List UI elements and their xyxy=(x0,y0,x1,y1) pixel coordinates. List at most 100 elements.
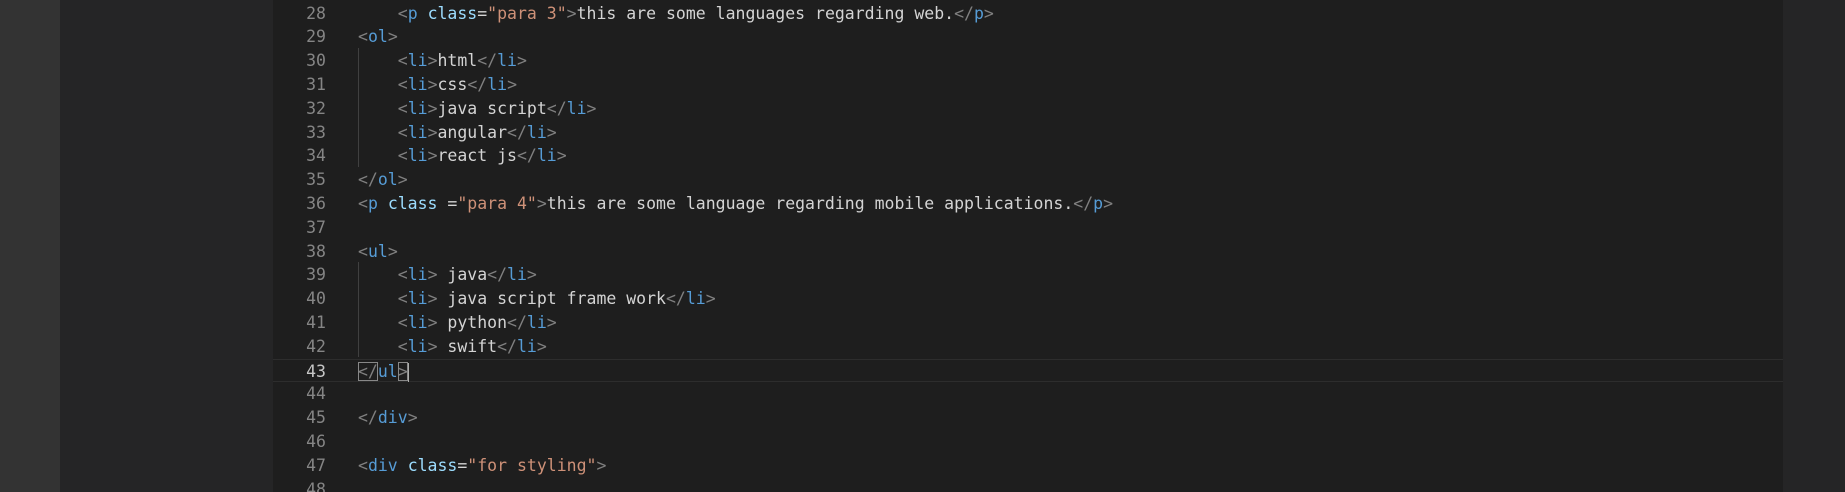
line-number: 30 xyxy=(306,51,326,71)
line-code[interactable]: <li>java script</li> xyxy=(358,97,597,121)
token-tag2: li xyxy=(507,265,527,285)
token-t2: > xyxy=(387,27,398,47)
code-line-28[interactable]: 28 <p class="para 3">this are some langu… xyxy=(273,2,1783,26)
token-t1: < xyxy=(358,241,368,261)
token-tag1: li xyxy=(407,312,428,332)
code-line-33[interactable]: 33 <li>angular</li> xyxy=(273,121,1783,145)
line-code[interactable]: <ul> xyxy=(358,240,398,264)
code-line-44[interactable]: 44 xyxy=(273,382,1783,406)
explorer-sidebar xyxy=(60,0,273,492)
token-sp1 xyxy=(398,456,408,475)
token-tag1: li xyxy=(407,146,428,166)
code-line-40[interactable]: 40 <li> java script frame work</li> xyxy=(273,287,1783,311)
code-line-42[interactable]: 42 <li> swift</li> xyxy=(273,335,1783,359)
code-line-37[interactable]: 37 xyxy=(273,216,1783,240)
line-code[interactable]: <p class="para 3">this are some language… xyxy=(358,2,994,26)
line-code[interactable]: <li>angular</li> xyxy=(358,121,557,145)
code-line-47[interactable]: 47 <div class="for styling"> xyxy=(273,454,1783,478)
line-code[interactable]: <li>css</li> xyxy=(358,73,517,97)
minimap[interactable] xyxy=(1783,0,1845,492)
token-tag2: li xyxy=(685,289,706,309)
token-tag2: p xyxy=(1093,193,1104,213)
token-t2: > xyxy=(407,408,418,428)
token-t2: > xyxy=(427,146,438,166)
token-tag1: div xyxy=(377,408,408,428)
code-line-39[interactable]: 39 <li> java</li> xyxy=(273,263,1783,287)
token-tag1: p xyxy=(367,193,378,213)
line-code[interactable]: </ol> xyxy=(358,168,408,192)
token-attr1: class xyxy=(407,455,458,475)
line-number: 38 xyxy=(306,241,326,261)
token-t3: </ xyxy=(467,74,488,94)
token-sp1 xyxy=(418,4,428,23)
token-t1: < xyxy=(397,146,408,166)
token-t3: </ xyxy=(1073,193,1094,213)
code-editor[interactable]: 28 <p class="para 3">this are some langu… xyxy=(273,0,1783,492)
token-tag1: li xyxy=(407,98,428,118)
line-code[interactable]: <div class="for styling"> xyxy=(358,454,606,478)
line-code[interactable]: <li> swift</li> xyxy=(358,335,547,359)
line-number: 36 xyxy=(306,193,326,213)
line-number: 45 xyxy=(306,408,326,428)
line-code[interactable]: </ul> xyxy=(358,360,409,384)
line-code[interactable]: <li>react js</li> xyxy=(358,144,567,168)
token-tag2: li xyxy=(487,74,508,94)
token-tag2: li xyxy=(516,336,537,356)
token-t2: > xyxy=(427,74,438,94)
code-line-31[interactable]: 31 <li>css</li> xyxy=(273,73,1783,97)
code-line-43[interactable]: 43 </ul> xyxy=(273,358,1783,384)
code-line-45[interactable]: 45 </div> xyxy=(273,406,1783,430)
token-t1: </ xyxy=(358,361,378,381)
token-tag1: li xyxy=(407,289,428,309)
code-line-35[interactable]: 35 </ol> xyxy=(273,168,1783,192)
code-line-34[interactable]: 34 <li>react js</li> xyxy=(273,144,1783,168)
code-line-36[interactable]: 36 <p class ="para 4">this are some langu… xyxy=(273,192,1783,216)
line-number: 48 xyxy=(306,479,326,492)
line-number: 47 xyxy=(306,455,326,475)
token-text1: this are some languages regarding web. xyxy=(576,3,955,23)
code-line-46[interactable]: 46 xyxy=(273,430,1783,454)
token-text1: python xyxy=(437,312,508,332)
line-code[interactable]: <li> java script frame work</li> xyxy=(358,287,716,311)
line-number: 44 xyxy=(306,384,326,404)
line-code[interactable]: <p class ="para 4">this are some languag… xyxy=(358,192,1113,216)
code-line-41[interactable]: 41 <li> python</li> xyxy=(273,311,1783,335)
token-t1: < xyxy=(397,289,408,309)
code-line-29[interactable]: 29 <ol> xyxy=(273,25,1783,49)
token-text1: react js xyxy=(437,146,517,166)
token-t4: > xyxy=(556,146,567,166)
token-eq1: = xyxy=(457,455,468,475)
token-t2: > xyxy=(566,3,577,23)
line-code[interactable]: </div> xyxy=(358,406,418,430)
line-code[interactable]: <li>html</li> xyxy=(358,49,527,73)
token-t2: > xyxy=(387,241,398,261)
token-tag1: ol xyxy=(377,170,398,190)
token-tag1: li xyxy=(407,265,428,285)
line-code[interactable]: <ol> xyxy=(358,25,398,49)
code-line-38[interactable]: 38 <ul> xyxy=(273,240,1783,264)
token-tag1: ol xyxy=(367,27,388,47)
code-line-48[interactable]: 48 xyxy=(273,478,1783,492)
line-code[interactable]: <li> java</li> xyxy=(358,263,537,287)
line-number: 33 xyxy=(306,122,326,142)
token-t4: > xyxy=(526,265,537,285)
code-line-30[interactable]: 30 <li>html</li> xyxy=(273,49,1783,73)
token-t4: > xyxy=(983,3,994,23)
token-t4: > xyxy=(507,74,517,94)
token-t1: < xyxy=(397,122,408,142)
token-t1: < xyxy=(397,312,408,332)
token-t1: < xyxy=(397,74,408,94)
token-str1: "for styling" xyxy=(467,455,597,475)
token-t2: > xyxy=(427,312,438,332)
line-number: 40 xyxy=(306,289,326,309)
token-text1: angular xyxy=(437,122,508,142)
line-number: 46 xyxy=(306,431,326,451)
line-number: 41 xyxy=(306,312,326,332)
code-line-32[interactable]: 32 <li>java script</li> xyxy=(273,97,1783,121)
token-t2: > xyxy=(427,289,438,309)
token-tag1: ul xyxy=(367,241,388,261)
line-code[interactable]: <li> python</li> xyxy=(358,311,557,335)
